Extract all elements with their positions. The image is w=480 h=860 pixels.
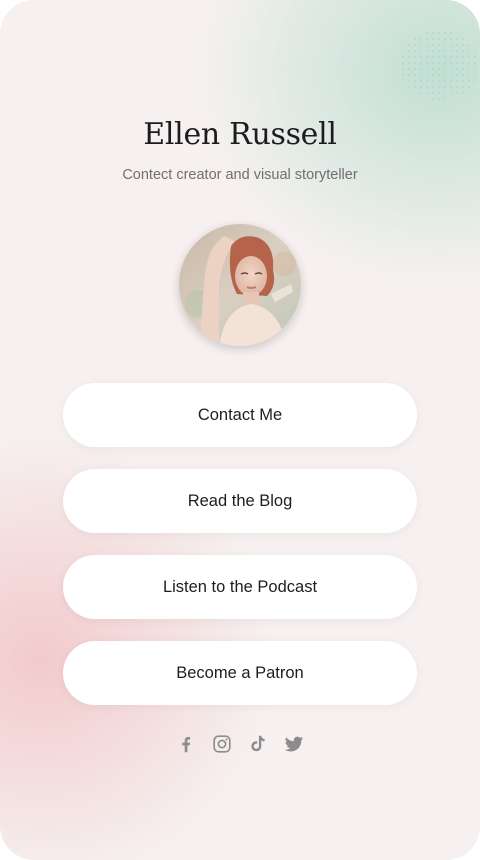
podcast-button[interactable]: Listen to the Podcast [63,555,417,619]
avatar [179,224,301,346]
link-page-card: Ellen Russell Contect creator and visual… [0,0,480,860]
tiktok-icon[interactable] [247,733,269,755]
social-links [0,731,480,757]
contact-me-button[interactable]: Contact Me [63,383,417,447]
facebook-icon[interactable] [175,733,197,755]
profile-name: Ellen Russell [143,117,337,152]
profile-tagline: Contect creator and visual storyteller [122,167,358,183]
read-blog-button[interactable]: Read the Blog [63,469,417,533]
become-patron-button[interactable]: Become a Patron [63,641,417,705]
decorative-dot-pattern [400,30,480,100]
instagram-icon[interactable] [211,733,233,755]
twitter-icon[interactable] [283,733,305,755]
